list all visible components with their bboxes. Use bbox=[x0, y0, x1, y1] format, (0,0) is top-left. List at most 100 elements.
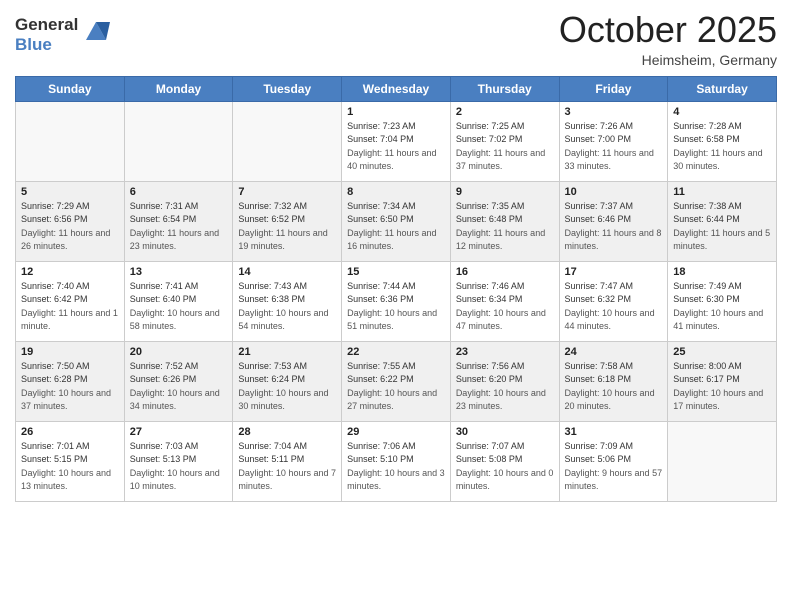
calendar-cell: 10 Sunrise: 7:37 AMSunset: 6:46 PMDayligh… bbox=[559, 181, 668, 261]
day-info: Sunrise: 7:46 AMSunset: 6:34 PMDaylight:… bbox=[456, 280, 554, 334]
calendar-cell: 6Sunrise: 7:31 AMSunset: 6:54 PMDaylight… bbox=[124, 181, 233, 261]
day-number: 19 bbox=[21, 346, 119, 358]
day-number: 5 bbox=[21, 186, 119, 198]
day-info: Sunrise: 7:04 AMSunset: 5:11 PMDaylight:… bbox=[238, 440, 336, 494]
calendar-cell: 22 Sunrise: 7:55 AMSunset: 6:22 PMDayligh… bbox=[342, 341, 451, 421]
calendar-cell: 21 Sunrise: 7:53 AMSunset: 6:24 PMDayligh… bbox=[233, 341, 342, 421]
title-block: October 2025 Heimsheim, Germany bbox=[559, 10, 777, 68]
calendar-cell: 2Sunrise: 7:25 AMSunset: 7:02 PMDaylight… bbox=[450, 101, 559, 181]
logo-content: General Blue bbox=[15, 15, 110, 54]
calendar-cell bbox=[16, 101, 125, 181]
header: General Blue October 2025 Heimsheim, Ger… bbox=[15, 10, 777, 68]
calendar-cell: 4Sunrise: 7:28 AMSunset: 6:58 PMDaylight… bbox=[668, 101, 777, 181]
calendar-title: October 2025 bbox=[559, 10, 777, 50]
day-info: Sunrise: 7:38 AMSunset: 6:44 PMDaylight:… bbox=[673, 200, 771, 254]
day-number: 28 bbox=[238, 426, 336, 438]
calendar-page: General Blue October 2025 Heimsheim, Ger… bbox=[0, 0, 792, 612]
day-number: 13 bbox=[130, 266, 228, 278]
calendar-cell bbox=[668, 421, 777, 501]
day-number: 16 bbox=[456, 266, 554, 278]
day-number: 14 bbox=[238, 266, 336, 278]
day-header-sunday: Sunday bbox=[16, 76, 125, 101]
day-info: Sunrise: 7:49 AMSunset: 6:30 PMDaylight:… bbox=[673, 280, 771, 334]
day-info: Sunrise: 7:55 AMSunset: 6:22 PMDaylight:… bbox=[347, 360, 445, 414]
day-number: 31 bbox=[565, 426, 663, 438]
day-info: Sunrise: 7:29 AMSunset: 6:56 PMDaylight:… bbox=[21, 200, 119, 254]
day-number: 24 bbox=[565, 346, 663, 358]
calendar-cell: 20Sunrise: 7:52 AMSunset: 6:26 PMDayligh… bbox=[124, 341, 233, 421]
calendar-cell bbox=[233, 101, 342, 181]
week-row-1: 1 Sunrise: 7:23 AMSunset: 7:04 PMDaylight… bbox=[16, 101, 777, 181]
logo-icon bbox=[82, 18, 110, 49]
day-info: Sunrise: 7:06 AMSunset: 5:10 PMDaylight:… bbox=[347, 440, 445, 494]
calendar-cell bbox=[124, 101, 233, 181]
day-info: Sunrise: 7:26 AMSunset: 7:00 PMDaylight:… bbox=[565, 120, 663, 174]
day-header-thursday: Thursday bbox=[450, 76, 559, 101]
day-number: 20 bbox=[130, 346, 228, 358]
day-number: 12 bbox=[21, 266, 119, 278]
day-info: Sunrise: 7:53 AMSunset: 6:24 PMDaylight:… bbox=[238, 360, 336, 414]
day-header-tuesday: Tuesday bbox=[233, 76, 342, 101]
day-number: 29 bbox=[347, 426, 445, 438]
logo-line1: General bbox=[15, 15, 78, 35]
day-info: Sunrise: 7:34 AMSunset: 6:50 PMDaylight:… bbox=[347, 200, 445, 254]
logo-text-block: General Blue bbox=[15, 15, 78, 54]
day-number: 25 bbox=[673, 346, 771, 358]
day-number: 9 bbox=[456, 186, 554, 198]
week-row-5: 26Sunrise: 7:01 AMSunset: 5:15 PMDayligh… bbox=[16, 421, 777, 501]
day-header-friday: Friday bbox=[559, 76, 668, 101]
day-info: Sunrise: 7:32 AMSunset: 6:52 PMDaylight:… bbox=[238, 200, 336, 254]
day-info: Sunrise: 7:47 AMSunset: 6:32 PMDaylight:… bbox=[565, 280, 663, 334]
day-number: 4 bbox=[673, 106, 771, 118]
day-info: Sunrise: 7:23 AMSunset: 7:04 PMDaylight:… bbox=[347, 120, 445, 174]
calendar-cell: 14Sunrise: 7:43 AMSunset: 6:38 PMDayligh… bbox=[233, 261, 342, 341]
day-number: 27 bbox=[130, 426, 228, 438]
day-number: 22 bbox=[347, 346, 445, 358]
calendar-cell: 27 Sunrise: 7:03 AMSunset: 5:13 PMDayligh… bbox=[124, 421, 233, 501]
week-row-3: 12 Sunrise: 7:40 AMSunset: 6:42 PMDayligh… bbox=[16, 261, 777, 341]
day-info: Sunrise: 7:44 AMSunset: 6:36 PMDaylight:… bbox=[347, 280, 445, 334]
day-number: 21 bbox=[238, 346, 336, 358]
calendar-cell: 13 Sunrise: 7:41 AMSunset: 6:40 PMDayligh… bbox=[124, 261, 233, 341]
day-number: 17 bbox=[565, 266, 663, 278]
day-info: Sunrise: 7:56 AMSunset: 6:20 PMDaylight:… bbox=[456, 360, 554, 414]
calendar-cell: 23 Sunrise: 7:56 AMSunset: 6:20 PMDayligh… bbox=[450, 341, 559, 421]
calendar-cell: 29 Sunrise: 7:06 AMSunset: 5:10 PMDayligh… bbox=[342, 421, 451, 501]
week-row-2: 5 Sunrise: 7:29 AMSunset: 6:56 PMDaylight… bbox=[16, 181, 777, 261]
day-number: 1 bbox=[347, 106, 445, 118]
day-info: Sunrise: 7:50 AMSunset: 6:28 PMDaylight:… bbox=[21, 360, 119, 414]
calendar-cell: 12 Sunrise: 7:40 AMSunset: 6:42 PMDayligh… bbox=[16, 261, 125, 341]
day-number: 7 bbox=[238, 186, 336, 198]
calendar-cell: 15 Sunrise: 7:44 AMSunset: 6:36 PMDayligh… bbox=[342, 261, 451, 341]
day-info: Sunrise: 7:41 AMSunset: 6:40 PMDaylight:… bbox=[130, 280, 228, 334]
day-info: Sunrise: 7:31 AMSunset: 6:54 PMDaylight:… bbox=[130, 200, 228, 254]
logo-line2: Blue bbox=[15, 35, 78, 55]
calendar-cell: 16 Sunrise: 7:46 AMSunset: 6:34 PMDayligh… bbox=[450, 261, 559, 341]
calendar-cell: 8 Sunrise: 7:34 AMSunset: 6:50 PMDaylight… bbox=[342, 181, 451, 261]
calendar-cell: 9 Sunrise: 7:35 AMSunset: 6:48 PMDaylight… bbox=[450, 181, 559, 261]
day-number: 10 bbox=[565, 186, 663, 198]
calendar-cell: 28 Sunrise: 7:04 AMSunset: 5:11 PMDayligh… bbox=[233, 421, 342, 501]
day-number: 3 bbox=[565, 106, 663, 118]
calendar-subtitle: Heimsheim, Germany bbox=[559, 52, 777, 68]
day-info: Sunrise: 7:07 AMSunset: 5:08 PMDaylight:… bbox=[456, 440, 554, 494]
day-number: 18 bbox=[673, 266, 771, 278]
day-number: 23 bbox=[456, 346, 554, 358]
calendar-cell: 1 Sunrise: 7:23 AMSunset: 7:04 PMDaylight… bbox=[342, 101, 451, 181]
day-number: 2 bbox=[456, 106, 554, 118]
calendar-cell: 30 Sunrise: 7:07 AMSunset: 5:08 PMDayligh… bbox=[450, 421, 559, 501]
day-header-saturday: Saturday bbox=[668, 76, 777, 101]
day-header-monday: Monday bbox=[124, 76, 233, 101]
calendar-cell: 24Sunrise: 7:58 AMSunset: 6:18 PMDayligh… bbox=[559, 341, 668, 421]
days-header-row: SundayMondayTuesdayWednesdayThursdayFrid… bbox=[16, 76, 777, 101]
day-info: Sunrise: 7:37 AMSunset: 6:46 PMDaylight:… bbox=[565, 200, 663, 254]
day-info: Sunrise: 7:03 AMSunset: 5:13 PMDaylight:… bbox=[130, 440, 228, 494]
day-number: 8 bbox=[347, 186, 445, 198]
day-number: 26 bbox=[21, 426, 119, 438]
day-number: 15 bbox=[347, 266, 445, 278]
day-number: 30 bbox=[456, 426, 554, 438]
day-info: Sunrise: 7:35 AMSunset: 6:48 PMDaylight:… bbox=[456, 200, 554, 254]
calendar-cell: 19 Sunrise: 7:50 AMSunset: 6:28 PMDayligh… bbox=[16, 341, 125, 421]
calendar-table: SundayMondayTuesdayWednesdayThursdayFrid… bbox=[15, 76, 777, 502]
day-info: Sunrise: 7:40 AMSunset: 6:42 PMDaylight:… bbox=[21, 280, 119, 334]
